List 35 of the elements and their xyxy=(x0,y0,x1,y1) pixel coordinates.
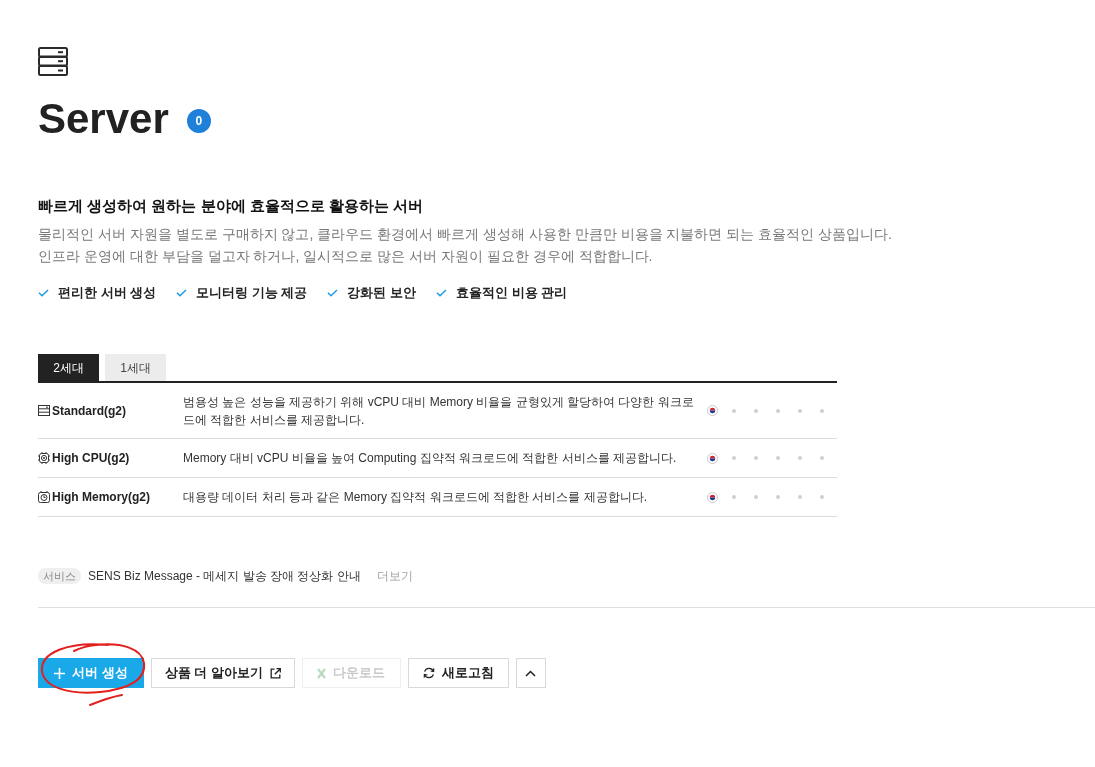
collapse-button[interactable] xyxy=(515,658,546,688)
server-icon xyxy=(38,47,68,76)
server-type-name: Standard(g2) xyxy=(52,402,126,420)
chip-icon xyxy=(38,452,50,464)
external-link-icon xyxy=(269,667,281,679)
check-icon xyxy=(327,289,339,297)
server-type-name: High CPU(g2) xyxy=(52,450,130,467)
check-icon xyxy=(38,289,49,297)
server-type-name: High Memory(g2) xyxy=(52,489,150,506)
learn-more-button[interactable]: 상품 더 알아보기 xyxy=(150,658,295,688)
page-title: Server xyxy=(38,94,169,144)
excel-icon xyxy=(317,667,327,679)
notice-tag: 서비스 xyxy=(38,568,81,584)
intro-description: 인프라 운영에 대한 부담을 덜고자 하거나, 일시적으로 많은 서버 자원이 필요한 경우에 적합합니다. xyxy=(38,247,654,266)
server-icon xyxy=(38,405,50,416)
chevron-up-icon xyxy=(525,669,537,677)
check-icon xyxy=(176,289,188,297)
server-type-description: 범용성 높은 성능을 제공하기 위해 vCPU 대비 Memory 비율을 균형있게 할당하여 다양한 워크로드에 적합한 서비스를 제공합니다. xyxy=(183,393,695,429)
feature-label: 편리한 서버 생성 xyxy=(58,284,157,303)
server-type-description: Memory 대비 vCPU 비율을 높여 Computing 집약적 워크로드에 적합한 서비스를 제공합니다. xyxy=(183,450,678,467)
clock-icon xyxy=(38,491,50,503)
server-type-description: 대용량 데이터 처리 등과 같은 Memory 집약적 워크로드에 적합한 서비스를 제공합니다. xyxy=(183,489,648,506)
feature-label: 효율적인 비용 관리 xyxy=(456,284,568,303)
intro-heading: 빠르게 생성하여 원하는 분야에 효율적으로 활용하는 서버 xyxy=(38,196,424,216)
intro-description: 물리적인 서버 자원을 별도로 구매하지 않고, 클라우드 환경에서 빠르게 생성해 사용한 만큼만 비용을 지불하면 되는 효율적인 상품입니다. xyxy=(38,225,893,244)
refresh-button[interactable]: 새로고침 xyxy=(407,658,509,688)
count-badge: 0 xyxy=(186,109,211,133)
check-icon xyxy=(436,289,448,297)
generation-tab[interactable]: 2세대 xyxy=(38,354,99,381)
generation-tab[interactable]: 1세대 xyxy=(105,354,166,381)
feature-label: 모니터링 기능 제공 xyxy=(196,284,308,303)
plus-icon xyxy=(54,667,65,679)
refresh-icon xyxy=(422,667,435,679)
feature-label: 강화된 보안 xyxy=(347,284,417,303)
notice-text: SENS Biz Message - 메세지 발송 장애 정상화 안내 xyxy=(88,568,361,585)
